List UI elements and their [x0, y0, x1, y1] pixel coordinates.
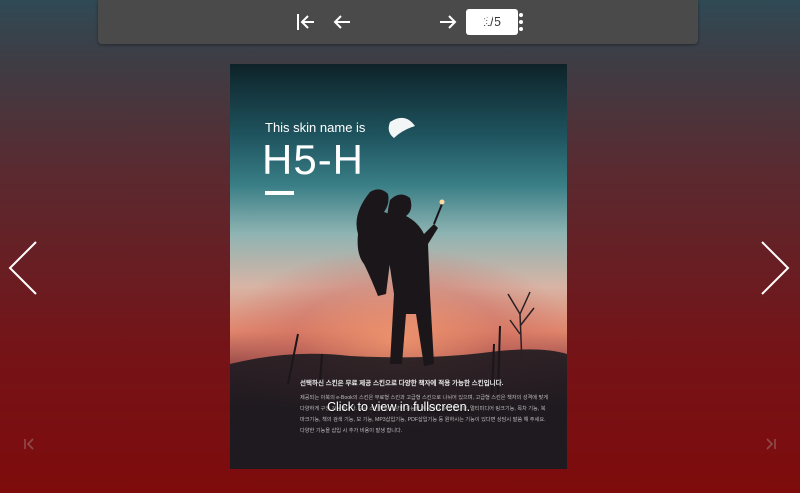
- cover-subtitle: This skin name is: [265, 120, 366, 135]
- toolbar: [98, 0, 698, 44]
- book-page[interactable]: This skin name is H5-H 선택하신 스킨은 무료 제공 스킨…: [230, 64, 567, 469]
- fullscreen-hint[interactable]: Click to view in fullscreen.: [230, 400, 567, 414]
- first-page-icon[interactable]: [294, 10, 318, 34]
- next-page-icon[interactable]: [436, 10, 460, 34]
- first-page-icon[interactable]: [22, 436, 38, 452]
- more-vertical-icon[interactable]: [509, 10, 533, 34]
- chevron-right-icon[interactable]: [758, 240, 792, 296]
- chevron-left-icon[interactable]: [6, 240, 40, 296]
- cover-description-heading: 선택하신 스킨은 무료 제공 스킨으로 다양한 책자에 적용 가능한 스킨입니다…: [300, 380, 504, 387]
- cover-accent-bar: [265, 191, 294, 195]
- prev-page-icon[interactable]: [330, 10, 354, 34]
- cover-title: H5-H: [262, 136, 365, 183]
- last-page-icon[interactable]: [762, 436, 778, 452]
- last-page-icon[interactable]: [474, 10, 498, 34]
